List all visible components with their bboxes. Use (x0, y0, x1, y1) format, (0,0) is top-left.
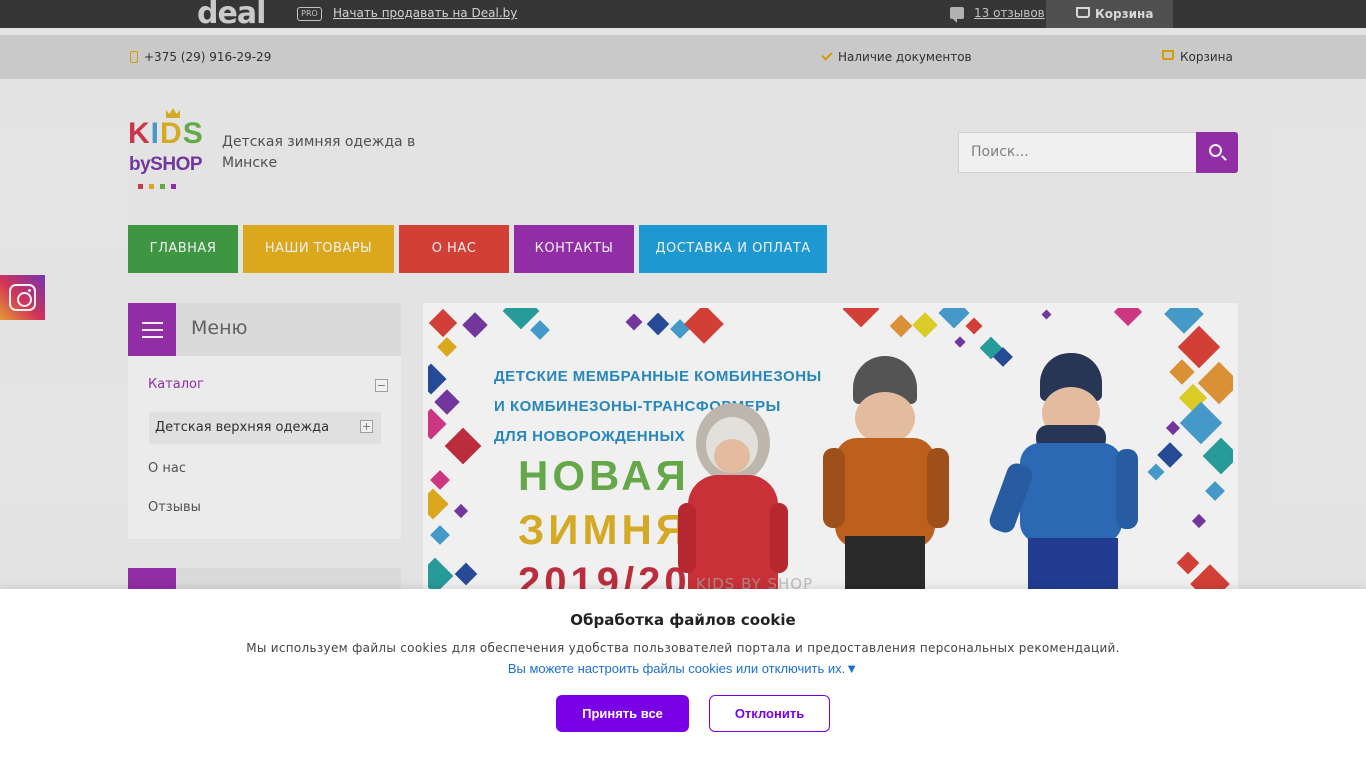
kid-blue-suit (986, 353, 1138, 603)
cart-icon (1162, 50, 1174, 60)
banner-line-3: ДЛЯ НОВОРОЖДЕННЫХ (494, 428, 686, 445)
phone-number[interactable]: +375 (29) 916-29-29 (144, 50, 271, 64)
nav-home[interactable]: Главная (128, 225, 238, 273)
cart-icon (1076, 7, 1090, 18)
documents-link[interactable]: Наличие документов (838, 50, 972, 64)
kid-orange-jacket (823, 356, 949, 603)
banner-line-1: ДЕТСКИЕ МЕМБРАННЫЕ КОМБИНЕЗОНЫ (494, 368, 822, 385)
decline-button[interactable]: Отклонить (709, 695, 830, 732)
deal-top-bar: deal PRO Начать продавать на Deal.by 13 … (0, 0, 1366, 28)
check-icon (821, 49, 833, 61)
cookie-settings-link[interactable]: Вы можете настроить файлы cookies или от… (0, 661, 1366, 676)
collapse-icon[interactable] (375, 379, 388, 392)
cookie-text: Мы используем файлы cookies для обеспече… (246, 641, 1120, 655)
promo-banner-image: ДЕТСКИЕ МЕМБРАННЫЕ КОМБИНЕЗОНЫ И КОМБИНЕ… (428, 308, 1233, 603)
nav-contacts[interactable]: Контакты (514, 225, 634, 273)
nav-products[interactable]: Наши товары (243, 225, 394, 273)
site-tagline: Детская зимняя одежда в Минске (222, 134, 416, 171)
expand-icon[interactable] (360, 420, 373, 433)
deal-cart-button[interactable]: Корзина (1046, 0, 1173, 28)
instagram-button[interactable] (0, 275, 45, 320)
sidebar-menu: Меню Каталог Детская верхняя одежда О на… (128, 303, 401, 539)
kids-by-shop-logo[interactable]: KIDS bySHOP (128, 108, 203, 192)
hamburger-icon[interactable] (128, 303, 176, 356)
logo-byshop-text: bySHOP (129, 154, 203, 175)
deal-logo[interactable]: deal (197, 0, 265, 28)
sidebar-item-catalog[interactable]: Каталог (148, 377, 204, 392)
search-input[interactable]: Поиск... (958, 132, 1197, 173)
logo-kids-text: KIDS (128, 117, 204, 150)
menu-title: Меню (191, 317, 248, 339)
accept-all-button[interactable]: Принять все (556, 695, 689, 732)
kid-red-suit (678, 403, 788, 603)
search-button[interactable] (1196, 132, 1238, 173)
cookie-title: Обработка файлов cookie (570, 611, 796, 629)
sidebar-item-label: Детская верхняя одежда (155, 420, 330, 435)
pro-badge: PRO (297, 7, 322, 21)
banner-big-1: НОВАЯ (518, 452, 690, 499)
sidebar-menu-header: Меню (128, 303, 401, 356)
nav-about[interactable]: О нас (399, 225, 509, 273)
nav-delivery[interactable]: Доставка и оплата (639, 225, 827, 273)
phone-icon (130, 51, 138, 63)
cookie-banner: Обработка файлов cookie Мы используем фа… (0, 589, 1366, 768)
deal-cart-label: Корзина (1095, 7, 1154, 21)
logo-dots (138, 184, 176, 189)
info-bar: +375 (29) 916-29-29 Наличие документов К… (0, 35, 1366, 79)
comment-icon (950, 7, 964, 23)
sidebar-item-reviews[interactable]: Отзывы (148, 500, 201, 515)
promo-banner[interactable]: ДЕТСКИЕ МЕМБРАННЫЕ КОМБИНЕЗОНЫ И КОМБИНЕ… (423, 303, 1238, 603)
sidebar-item-about[interactable]: О нас (148, 461, 186, 476)
cart-link[interactable]: Корзина (1180, 50, 1233, 64)
reviews-link[interactable]: 13 отзывов (974, 6, 1045, 20)
instagram-icon (9, 284, 36, 311)
start-selling-link[interactable]: Начать продавать на Deal.by (333, 6, 517, 20)
search-icon (1209, 144, 1222, 157)
sidebar-item-outerwear[interactable]: Детская верхняя одежда (149, 412, 381, 444)
